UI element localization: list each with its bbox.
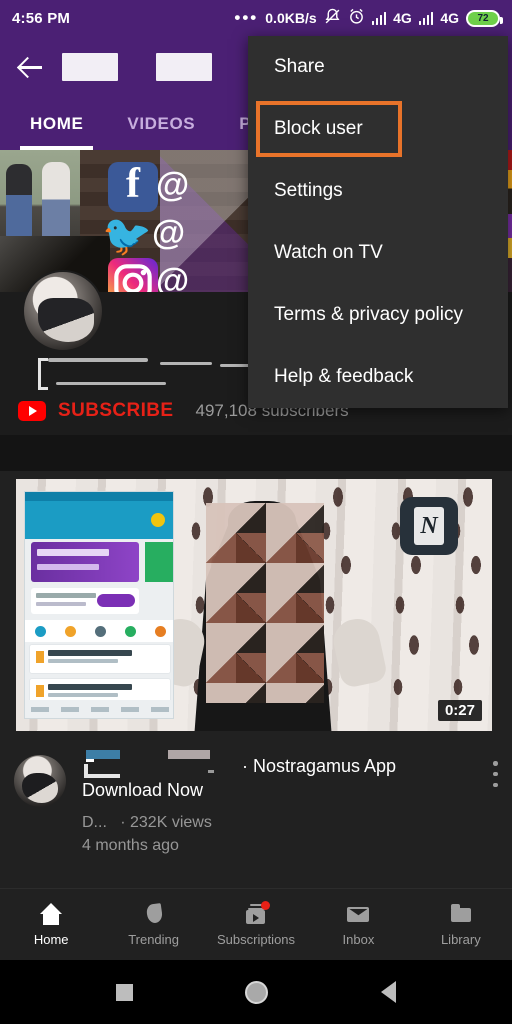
- video-upload-age: 4 months ago: [82, 837, 179, 855]
- section-divider: [0, 435, 512, 471]
- menu-item-settings[interactable]: Settings: [248, 160, 508, 222]
- video-card[interactable]: N 0:27 · Nostragamus App Download Now D.…: [0, 471, 512, 891]
- bottom-nav-subscriptions[interactable]: Subscriptions: [205, 901, 307, 947]
- channel-avatar[interactable]: [22, 270, 104, 352]
- bell-muted-icon: [324, 8, 341, 29]
- video-overflow-menu-icon[interactable]: [493, 761, 498, 787]
- menu-item-help-feedback[interactable]: Help & feedback: [248, 346, 508, 408]
- menu-item-share-label: Share: [274, 56, 325, 77]
- tab-videos[interactable]: VIDEOS: [105, 98, 217, 150]
- channel-title-redacted-2: [156, 53, 212, 81]
- folder-icon: [448, 902, 474, 926]
- video-meta-text: · Nostragamus App Download Now D... · 23…: [82, 750, 498, 857]
- bottom-nav-inbox-label: Inbox: [342, 932, 375, 947]
- status-time: 4:56 PM: [12, 9, 71, 27]
- status-dots-icon: •••: [234, 8, 259, 27]
- alarm-clock-icon: [348, 8, 365, 29]
- bottom-navigation: Home Trending Subscriptions Inbox Librar…: [0, 888, 512, 960]
- menu-item-help-feedback-label: Help & feedback: [274, 366, 414, 387]
- menu-item-watch-on-tv-label: Watch on TV: [274, 242, 383, 263]
- tab-videos-label: VIDEOS: [127, 114, 196, 133]
- tab-home-label: HOME: [30, 114, 84, 133]
- thumbnail-phone-screenshot: [24, 491, 174, 719]
- handle-symbol-2: @: [152, 214, 186, 252]
- twitter-icon: [102, 210, 152, 260]
- menu-item-settings-label: Settings: [274, 180, 343, 201]
- back-arrow-icon[interactable]: [14, 50, 48, 84]
- menu-item-share[interactable]: Share: [248, 36, 508, 98]
- video-title-redacted: [82, 750, 242, 779]
- status-icons: ••• 0.0KB/s 4G 4G 72: [234, 8, 503, 29]
- envelope-icon: [345, 902, 371, 926]
- video-subline: D... · 232K views 4 months ago: [82, 811, 464, 857]
- bottom-nav-inbox[interactable]: Inbox: [307, 902, 409, 947]
- subscriptions-icon: [243, 901, 271, 926]
- android-navigation-bar: [0, 960, 512, 1024]
- thumbnail-mosaic-censor: [206, 503, 324, 703]
- video-channel-avatar[interactable]: [14, 755, 66, 807]
- bottom-nav-home[interactable]: Home: [0, 902, 102, 947]
- sim2-network-label: 4G: [440, 10, 459, 26]
- subscriptions-badge-dot: [261, 901, 271, 910]
- video-duration-badge: 0:27: [437, 700, 482, 721]
- recents-square-icon[interactable]: [116, 983, 134, 1001]
- home-circle-icon[interactable]: [245, 980, 269, 1004]
- bottom-nav-library[interactable]: Library: [410, 902, 512, 947]
- channel-title-redacted-1: [62, 53, 118, 81]
- flame-icon: [141, 902, 167, 926]
- back-triangle-icon[interactable]: [380, 981, 396, 1003]
- video-meta: · Nostragamus App Download Now D... · 23…: [0, 747, 512, 857]
- menu-item-block-user-label: Block user: [274, 118, 363, 139]
- bottom-nav-trending-label: Trending: [128, 932, 180, 947]
- app-logo-badge-icon: N: [400, 497, 458, 555]
- video-title[interactable]: · Nostragamus App Download Now: [82, 750, 464, 803]
- subscribe-button[interactable]: SUBSCRIBE: [58, 400, 174, 422]
- youtube-logo-icon: [18, 401, 46, 421]
- home-icon: [38, 902, 64, 926]
- facebook-icon: [108, 160, 158, 212]
- network-speed-label: 0.0KB/s: [265, 10, 317, 26]
- bottom-nav-trending[interactable]: Trending: [102, 902, 204, 947]
- overflow-menu: Share Block user Settings Watch on TV Te…: [248, 36, 508, 408]
- video-view-count: · 232K views: [120, 813, 212, 831]
- menu-item-watch-on-tv[interactable]: Watch on TV: [248, 222, 508, 284]
- bottom-nav-library-label: Library: [440, 932, 481, 947]
- handle-symbol-3: @: [156, 262, 190, 292]
- menu-item-block-user[interactable]: Block user: [256, 101, 402, 157]
- battery-level-label: 72: [477, 12, 489, 24]
- menu-item-terms-privacy[interactable]: Terms & privacy policy: [248, 284, 508, 346]
- handle-symbol-1: @: [156, 166, 190, 204]
- menu-item-terms-privacy-label: Terms & privacy policy: [274, 304, 463, 325]
- channel-name-bracket: [38, 358, 48, 390]
- bottom-nav-home-label: Home: [33, 932, 69, 947]
- status-bar: 4:56 PM ••• 0.0KB/s 4G 4G 72: [0, 0, 512, 36]
- signal-bars-sim2-icon: [418, 11, 434, 25]
- app-badge-letter: N: [414, 507, 444, 545]
- bottom-nav-subscriptions-label: Subscriptions: [216, 932, 296, 947]
- video-thumbnail[interactable]: N 0:27: [16, 479, 492, 731]
- youtube-channel-screen: 4:56 PM ••• 0.0KB/s 4G 4G 72 HOME VIDEOS…: [0, 0, 512, 1024]
- battery-indicator: 72: [466, 9, 503, 27]
- instagram-icon: [108, 258, 158, 292]
- signal-bars-sim1-icon: [371, 11, 387, 25]
- tab-home[interactable]: HOME: [8, 98, 105, 150]
- sim1-network-label: 4G: [393, 10, 412, 26]
- video-channel-name: D...: [82, 813, 107, 831]
